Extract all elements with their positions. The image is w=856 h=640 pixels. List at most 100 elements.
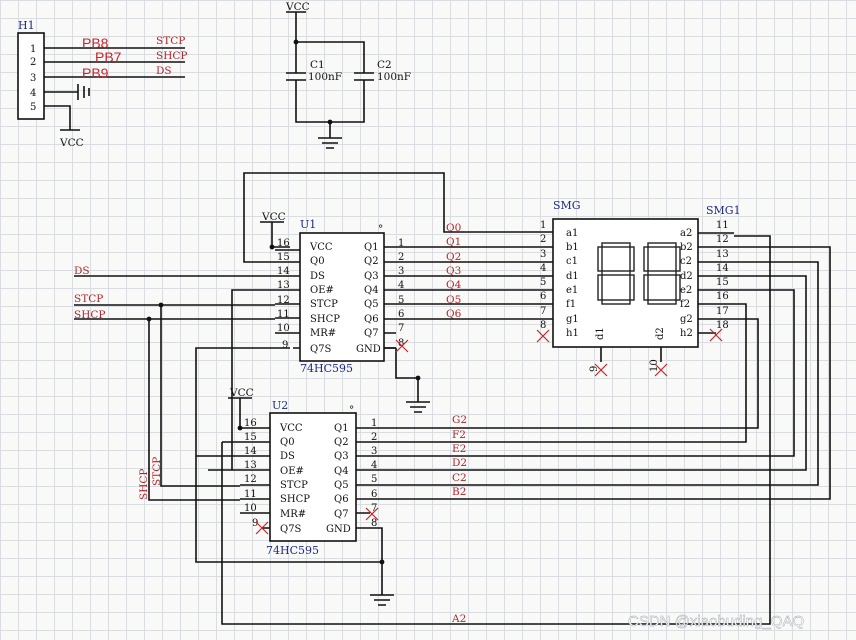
u2-ref: U2 [272,399,288,412]
decoupling-capacitors: VCC C1 100nF C2 100nF [285,1,411,149]
u1-pin-name: Q5 [364,299,379,310]
smg-pin-name: g1 [566,314,579,325]
u1-pin-name: DS [310,271,325,282]
u1-shift-register: U1 74HC595 VCC ° 16 15 14 13 12 11 10 9 … [74,211,462,375]
smg-pin-name: f2 [680,299,690,310]
watermark: CSDN @xiaobuding_QAQ [628,613,804,630]
smg-pin-name: f1 [566,299,576,310]
smg-pin-num: 14 [716,263,729,274]
h1-pin4-ground-icon [77,84,90,100]
c1-ref: C1 [310,59,325,71]
smg-right-pins: a2 b2 c2 d2 e2 f2 g2 h2 11 12 13 14 15 1… [680,220,729,339]
smg-pin-name: c2 [680,256,692,267]
smg-pin-name: b1 [566,242,579,253]
u2-pin-name: Q1 [334,423,349,434]
u1-pin-name: Q1 [364,242,379,253]
u2-pin-name: OE# [280,466,304,477]
smg-pin-name: a1 [566,228,578,239]
smg-pin-name: e1 [566,285,578,296]
u1-pin-name: Q2 [364,256,379,267]
u2-pin-name: STCP [280,480,308,491]
h1-net-ds: DS [156,65,172,77]
u2-pin-num: 12 [244,474,257,485]
u2-pin-name: GND [326,524,351,535]
u2-pin-num: 5 [371,474,377,485]
h1-net-stcp: STCP [156,35,185,47]
u2-pin1-marker: ° [349,404,354,416]
u2-pin-name: DS [280,451,295,462]
cap-ground-icon [318,137,342,149]
u1-pin-num: 7 [398,323,404,334]
smg-pin-name: h2 [680,328,693,339]
u2-pin-name: Q6 [334,494,349,505]
smg-pin-num: 3 [540,249,546,260]
u1-part: 74HC595 [300,362,353,375]
u2-part: 74HC595 [266,544,319,557]
h1-pin-2: 2 [30,57,36,68]
u2-pin-name: VCC [279,423,303,434]
u2-pin-name: Q3 [334,451,349,462]
c2-ref: C2 [377,59,392,71]
u2-net-g2: G2 [452,414,467,426]
u1-pin-name: Q3 [364,271,379,282]
u2-pin-name: MR# [280,509,306,520]
smg-pin-num: 17 [716,306,729,317]
u2-net-e2: E2 [452,443,466,455]
cap-junction-top [293,39,299,45]
u2-pin-name: Q5 [334,480,349,491]
h1-pin-3: 3 [30,73,36,84]
smg-common-d2-pin: 10 [649,359,660,372]
smg-ref: SMG1 [706,204,741,217]
smg-pin-num: 11 [716,220,729,231]
u2-net-d2: D2 [452,457,467,469]
u1-pin-name: Q7 [364,328,379,339]
u2-shift-register: U2 74HC595 VCC ° 16 15 14 13 12 11 10 9 … [138,387,467,625]
header-h1: H1 1 2 3 4 5 VCC PB8 PB7 PB9 STCP SHCP D… [17,19,187,149]
u1-pin-name: OE# [310,285,334,296]
u1-pin-name: Q7S [310,344,332,355]
smg-pin-num: 4 [540,263,546,274]
smg-pin-num: 7 [540,306,546,317]
u1-pin-name: Q6 [364,314,379,325]
smg-display: SMG SMG1 1 2 3 4 5 6 7 8 a1 b1 c1 d1 e1 … [540,199,741,372]
smg-pin-name: g2 [680,314,693,325]
u1-pin-name: Q4 [364,285,379,296]
smg-pin-num: 8 [540,320,546,331]
smg-pin-num: 18 [716,320,729,331]
h1-pin-4: 4 [30,88,36,99]
u2-pin-name: Q0 [280,437,295,448]
smg-pin-num: 15 [716,277,729,288]
u1-pin-name: SHCP [310,314,340,325]
u1-pin-name: VCC [309,242,333,253]
h1-port-pb9: PB9 [82,65,109,81]
smg-pin-num: 1 [540,220,546,231]
smg-pin-name: a2 [680,228,692,239]
u1-pin-name: STCP [310,299,338,310]
u1-ref: U1 [300,218,316,231]
u1-pin-name: MR# [310,328,336,339]
h1-ref: H1 [18,19,35,32]
u2-pin-name: Q4 [334,466,349,477]
h1-pin-1: 1 [30,44,36,55]
h1-vcc-label: VCC [59,137,84,149]
smg-pin-name: d2 [680,271,693,282]
smg-common-d2: d2 [655,327,666,340]
smg-pin-name: e2 [680,285,692,296]
smg-pin-num: 12 [716,234,729,245]
u2-net-b2: B2 [452,486,466,498]
smg-pin-num: 13 [716,249,729,260]
u1-pin1-marker: ° [378,223,383,235]
smg-pin-num: 6 [540,291,546,302]
u1-net-stcp: STCP [74,293,103,305]
u1-pin-name: GND [356,344,381,355]
h1-net-shcp: SHCP [156,50,187,62]
h1-pin-5: 5 [30,102,36,113]
smg-pin-num: 5 [540,277,546,288]
schematic-canvas: H1 1 2 3 4 5 VCC PB8 PB7 PB9 STCP SHCP D… [17,1,831,630]
c1-value: 100nF [308,71,342,83]
u1-pin-name: Q0 [310,256,325,267]
u2-pin-name: Q2 [334,437,349,448]
cap-junction-bottom [327,119,333,125]
smg-pin-name: b2 [680,242,693,253]
u1-pin-num: 9 [282,340,288,351]
